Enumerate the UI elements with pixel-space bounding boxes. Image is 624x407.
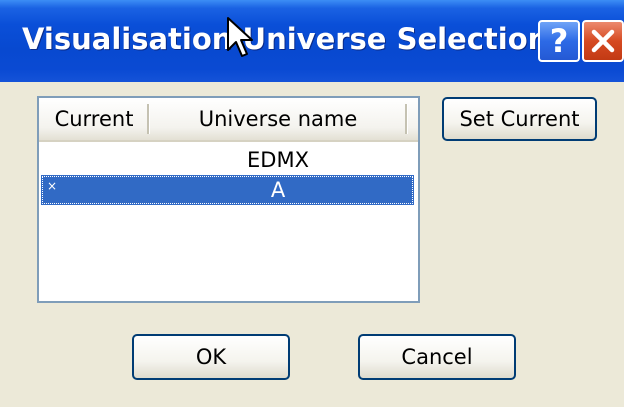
current-marker: ×	[47, 179, 58, 193]
title-bar[interactable]: Visualisation Universe Selection ?	[0, 0, 624, 82]
universe-name-cell: A	[270, 178, 286, 202]
close-button[interactable]	[582, 20, 624, 62]
column-header-current[interactable]: Current	[39, 98, 149, 140]
help-icon: ?	[549, 22, 569, 60]
close-icon	[591, 29, 615, 53]
mouse-pointer-icon	[227, 17, 253, 57]
universe-name-cell: EDMX	[247, 148, 309, 172]
help-button[interactable]: ?	[538, 20, 580, 62]
list-row-edmx[interactable]: EDMX	[41, 145, 414, 175]
ok-button[interactable]: OK	[132, 334, 290, 380]
universe-list[interactable]: Current Universe name EDMX × A	[37, 96, 420, 303]
column-divider[interactable]	[405, 104, 408, 134]
dialog-window: Visualisation Universe Selection ? Curre…	[0, 0, 624, 407]
cancel-button[interactable]: Cancel	[358, 334, 516, 380]
dialog-title: Visualisation Universe Selection	[22, 22, 549, 56]
list-header: Current Universe name	[39, 98, 418, 142]
dialog-content: Current Universe name EDMX × A Set Curre…	[0, 82, 624, 407]
column-header-universe-name[interactable]: Universe name	[149, 98, 407, 140]
list-row-a[interactable]: × A	[41, 175, 414, 205]
set-current-button[interactable]: Set Current	[442, 97, 597, 141]
